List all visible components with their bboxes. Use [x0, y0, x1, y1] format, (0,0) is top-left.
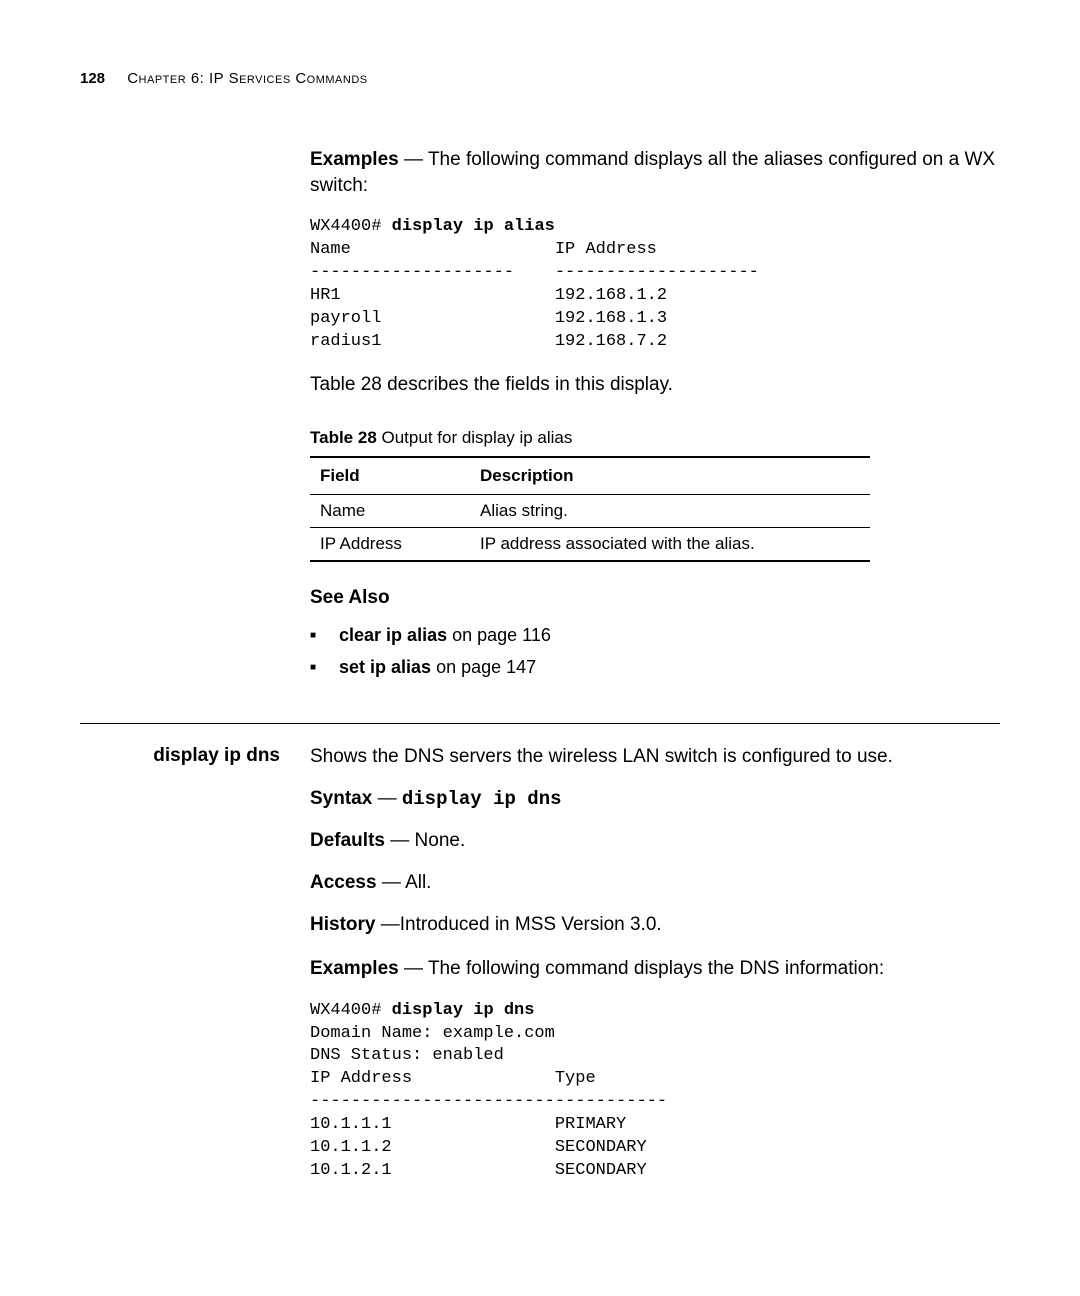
- list-item: ■ set ip alias on page 147: [310, 651, 1000, 683]
- examples-label: Examples: [310, 149, 399, 170]
- chapter-label: Chapter 6: IP Services Commands: [127, 70, 367, 87]
- list-item: ■ clear ip alias on page 116: [310, 619, 1000, 651]
- see-also-command: clear ip alias: [339, 625, 447, 645]
- examples-paragraph: Examples — The following command display…: [310, 147, 1000, 198]
- defaults-label: Defaults: [310, 830, 385, 851]
- syntax-line: Syntax — display ip dns: [310, 788, 1000, 810]
- bullet-icon: ■: [310, 627, 334, 645]
- see-also-page: on page 147: [431, 657, 536, 677]
- history-text: —Introduced in MSS Version 3.0.: [375, 914, 661, 935]
- access-label: Access: [310, 872, 377, 893]
- section-divider: [80, 723, 1000, 724]
- defaults-line: Defaults — None.: [310, 830, 1000, 852]
- page-number: 128: [80, 70, 105, 87]
- cli-command: display ip dns: [392, 1001, 535, 1020]
- access-line: Access — All.: [310, 872, 1000, 894]
- table-header-field: Field: [310, 457, 470, 495]
- cli-prompt: WX4400#: [310, 1001, 392, 1020]
- history-line: History —Introduced in MSS Version 3.0.: [310, 914, 1000, 936]
- table-caption: Table 28 Output for display ip alias: [310, 428, 1000, 448]
- table-cell-field: IP Address: [310, 527, 470, 561]
- cli-output: Domain Name: example.com DNS Status: ena…: [310, 1024, 667, 1181]
- command-name: display ip dns: [80, 744, 280, 769]
- table-cell-field: Name: [310, 494, 470, 527]
- running-header: 128 Chapter 6: IP Services Commands: [80, 70, 1000, 87]
- examples-text: — The following command displays the DNS…: [399, 958, 884, 979]
- examples-label: Examples: [310, 958, 399, 979]
- see-also-list: ■ clear ip alias on page 116 ■ set ip al…: [310, 619, 1000, 684]
- syntax-dash: —: [372, 788, 402, 809]
- defaults-text: — None.: [385, 830, 465, 851]
- section-display-ip-alias: Examples — The following command display…: [80, 147, 1000, 713]
- page: 128 Chapter 6: IP Services Commands Exam…: [0, 0, 1080, 1261]
- table-reference: Table 28 describes the fields in this di…: [310, 372, 1000, 398]
- intro-text: Shows the DNS servers the wireless LAN s…: [310, 744, 1000, 770]
- cli-block-alias: WX4400# display ip alias Name IP Address…: [310, 216, 1000, 354]
- table-number: Table 28: [310, 428, 377, 447]
- access-text: — All.: [377, 872, 432, 893]
- cli-command: display ip alias: [392, 217, 555, 236]
- table-header-description: Description: [470, 457, 870, 495]
- cli-prompt: WX4400#: [310, 217, 392, 236]
- see-also-heading: See Also: [310, 587, 1000, 609]
- output-fields-table: Field Description Name Alias string. IP …: [310, 456, 870, 562]
- bullet-icon: ■: [310, 659, 334, 677]
- cli-output: Name IP Address -------------------- ---…: [310, 240, 759, 351]
- history-label: History: [310, 914, 375, 935]
- cli-block-dns: WX4400# display ip dns Domain Name: exam…: [310, 1000, 1000, 1184]
- see-also-page: on page 116: [447, 625, 551, 645]
- table-cell-desc: IP address associated with the alias.: [470, 527, 870, 561]
- section-display-ip-dns: display ip dns Shows the DNS servers the…: [80, 744, 1000, 1201]
- table-row: Name Alias string.: [310, 494, 870, 527]
- table-cell-desc: Alias string.: [470, 494, 870, 527]
- see-also-command: set ip alias: [339, 657, 431, 677]
- examples-text: — The following command displays all the…: [310, 149, 995, 196]
- syntax-command: display ip dns: [402, 788, 562, 810]
- syntax-label: Syntax: [310, 788, 372, 809]
- table-row: IP Address IP address associated with th…: [310, 527, 870, 561]
- examples-paragraph-dns: Examples — The following command display…: [310, 956, 1000, 982]
- table-title: Output for display ip alias: [377, 428, 573, 447]
